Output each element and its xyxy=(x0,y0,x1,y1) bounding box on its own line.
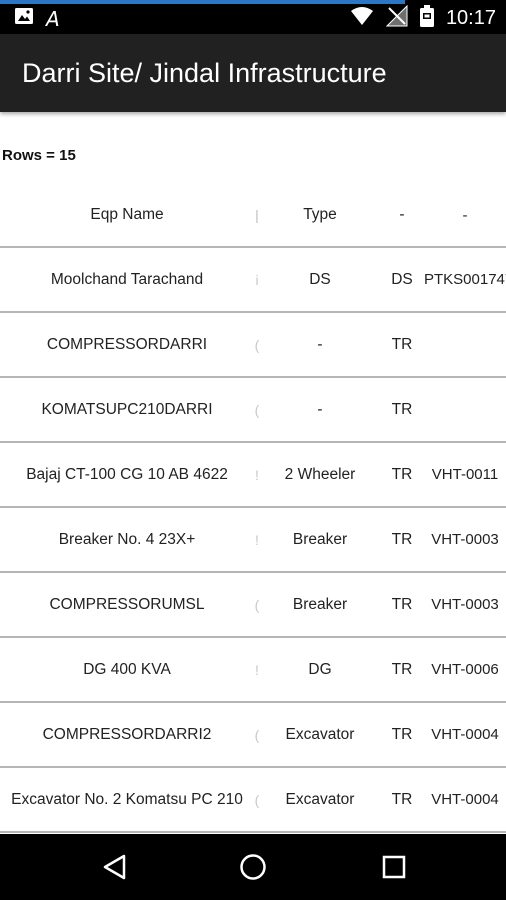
content-area[interactable]: Rows = 15 Eqp Name | Type - - Moolchand … xyxy=(0,112,506,834)
status-right-icons: 10:17 xyxy=(350,4,496,32)
table-row[interactable]: KOMATSUPC210DARRI(- TR xyxy=(0,378,506,443)
signal-icon xyxy=(385,4,408,32)
font-notification-icon: A xyxy=(46,6,60,31)
column-header-4: - xyxy=(462,206,468,224)
cell-code: VHT-0011 xyxy=(431,466,499,483)
cell-code: VHT-0003 xyxy=(431,531,499,548)
cell-code: PTKS0017473 xyxy=(424,271,506,288)
cell-type: Excavator xyxy=(285,790,355,808)
cell-ds: TR xyxy=(391,465,413,483)
table-row[interactable]: Bajaj CT-100 CG 10 AB 4622! 2 Wheeler TR VH… xyxy=(0,443,506,508)
status-bar: A 10:17 xyxy=(0,0,506,34)
cell-ds: TR xyxy=(391,790,413,808)
cell-type: Breaker xyxy=(292,595,348,613)
table-row[interactable]: COMPRESSORUMSL(Breaker TR VHT-0003 xyxy=(0,573,506,638)
cell-ds: DS xyxy=(391,270,413,288)
table-row[interactable]: Breaker No. 4 23X+! Breaker TR VHT-0003 xyxy=(0,508,506,573)
app-bar: Darri Site/ Jindal Infrastructure xyxy=(0,34,506,112)
cell-eqp-name: COMPRESSORUMSL xyxy=(49,595,205,613)
table-row[interactable]: COMPRESSORDARRI2(Excavator TR VHT-0004 xyxy=(0,703,506,768)
cell-ds: TR xyxy=(391,335,413,353)
table-row[interactable]: DG 400 KVA! DG TR VHT-0006 xyxy=(0,638,506,703)
back-icon xyxy=(103,854,126,880)
cell-ds: TR xyxy=(391,725,413,743)
home-button[interactable] xyxy=(238,852,268,882)
cell-eqp-name: Excavator No. 2 Komatsu PC 210 xyxy=(11,790,243,808)
cell-type: DG xyxy=(308,660,332,678)
navigation-bar xyxy=(0,834,506,900)
cell-eqp-name: Bajaj CT-100 CG 10 AB 4622 xyxy=(26,465,228,483)
equipment-table[interactable]: Eqp Name | Type - - Moolchand Tarachand i… xyxy=(0,184,506,833)
cell-type: Breaker xyxy=(292,530,348,548)
clock: 10:17 xyxy=(445,7,496,29)
cell-ds: TR xyxy=(391,400,413,418)
column-header-eqp-name: Eqp Name xyxy=(90,206,164,223)
cell-type: - xyxy=(317,400,323,418)
table-header-row: Eqp Name | Type - - xyxy=(0,184,506,248)
row-count-label: Rows = 15 xyxy=(2,147,76,164)
table-row[interactable]: COMPRESSORDARRI(- TR xyxy=(0,313,506,378)
recent-apps-icon xyxy=(382,855,406,879)
battery-icon xyxy=(419,5,434,32)
cell-eqp-name: COMPRESSORDARRI xyxy=(46,335,208,353)
home-icon xyxy=(240,854,266,880)
cell-type: - xyxy=(317,335,323,353)
cell-eqp-name: Breaker No. 4 23X+ xyxy=(58,530,196,548)
status-left-icons: A xyxy=(14,6,60,31)
table-body: Moolchand TarachandiDSDSPTKS0017473COMPR… xyxy=(0,248,506,833)
cell-ds: TR xyxy=(391,530,413,548)
cell-code: VHT-0004 xyxy=(431,791,499,808)
table-row[interactable]: Excavator No. 2 Komatsu PC 210(Excavator… xyxy=(0,768,506,833)
cell-eqp-name: KOMATSUPC210DARRI xyxy=(41,400,213,418)
cell-eqp-name: COMPRESSORDARRI2 xyxy=(42,725,212,743)
image-notification-icon xyxy=(14,6,34,31)
column-header-3: - xyxy=(399,206,405,223)
back-button[interactable] xyxy=(100,852,130,882)
cell-ds: TR xyxy=(391,660,413,678)
cell-type: DS xyxy=(309,270,331,288)
cell-type: Excavator xyxy=(285,725,355,743)
page-title: Darri Site/ Jindal Infrastructure xyxy=(22,58,387,88)
download-progress-bar xyxy=(0,0,405,4)
cell-type: 2 Wheeler xyxy=(284,465,356,483)
cell-ds: TR xyxy=(391,595,413,613)
wifi-icon xyxy=(350,6,374,31)
table-row[interactable]: Moolchand TarachandiDSDSPTKS0017473 xyxy=(0,248,506,313)
column-header-type: Type xyxy=(303,206,337,223)
cell-code: VHT-0006 xyxy=(431,661,499,678)
cell-code: VHT-0003 xyxy=(431,596,499,613)
cell-eqp-name: Moolchand Tarachand xyxy=(50,270,204,288)
cell-eqp-name: DG 400 KVA xyxy=(83,660,171,678)
recent-apps-button[interactable] xyxy=(379,852,409,882)
cell-code: VHT-0004 xyxy=(431,726,499,743)
